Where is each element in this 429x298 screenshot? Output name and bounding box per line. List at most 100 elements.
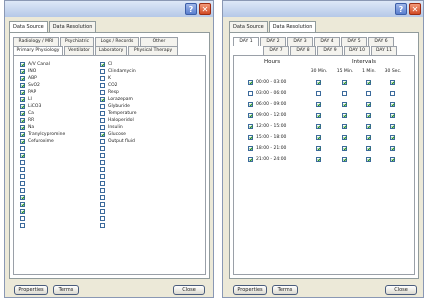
tab-data-source[interactable]: Data Source (229, 21, 268, 32)
subtab-primary-physiology[interactable]: Primary Physiology (13, 46, 63, 55)
subtab-laboratory[interactable]: Laboratory (95, 46, 127, 55)
parameter-checkbox[interactable] (20, 76, 25, 81)
hour-range-checkbox[interactable] (248, 135, 253, 140)
parameter-checkbox[interactable] (100, 76, 105, 81)
interval-checkbox[interactable] (316, 102, 321, 107)
tab-day-11[interactable]: DAY 11 (371, 46, 397, 55)
parameter-checkbox[interactable] (20, 160, 25, 165)
parameter-checkbox[interactable] (100, 202, 105, 207)
parameter-checkbox[interactable] (100, 62, 105, 67)
parameter-checkbox[interactable] (20, 223, 25, 228)
interval-checkbox[interactable] (316, 124, 321, 129)
parameter-checkbox[interactable] (100, 83, 105, 88)
subtab-other[interactable]: Other (140, 37, 178, 46)
subtab-psychiatric[interactable]: Psychiatric (60, 37, 94, 46)
properties-button[interactable]: Properties (14, 285, 48, 295)
interval-checkbox[interactable] (342, 91, 347, 96)
interval-checkbox[interactable] (366, 80, 371, 85)
subtab-radiology[interactable]: Radiology / MRI (13, 37, 59, 46)
hour-range-checkbox[interactable] (248, 146, 253, 151)
subtab-logs[interactable]: Logs / Records (95, 37, 139, 46)
interval-checkbox[interactable] (390, 135, 395, 140)
parameter-checkbox[interactable] (20, 209, 25, 214)
hour-range-checkbox[interactable] (248, 91, 253, 96)
parameter-checkbox[interactable] (20, 132, 25, 137)
interval-checkbox[interactable] (342, 135, 347, 140)
interval-checkbox[interactable] (342, 157, 347, 162)
parameter-checkbox[interactable] (20, 181, 25, 186)
subtab-ventilator[interactable]: Ventilator (64, 46, 94, 55)
hour-range-checkbox[interactable] (248, 124, 253, 129)
interval-checkbox[interactable] (342, 80, 347, 85)
hour-range-checkbox[interactable] (248, 80, 253, 85)
parameter-checkbox[interactable] (20, 90, 25, 95)
terms-button[interactable]: Terms (272, 285, 298, 295)
close-icon[interactable]: ✕ (199, 3, 211, 15)
tab-day-2[interactable]: DAY 2 (260, 37, 286, 46)
parameter-checkbox[interactable] (20, 83, 25, 88)
parameter-checkbox[interactable] (20, 118, 25, 123)
parameter-checkbox[interactable] (20, 62, 25, 67)
interval-checkbox[interactable] (390, 124, 395, 129)
parameter-checkbox[interactable] (100, 97, 105, 102)
parameter-checkbox[interactable] (100, 153, 105, 158)
parameter-checkbox[interactable] (100, 132, 105, 137)
tab-day-8[interactable]: DAY 8 (290, 46, 316, 55)
parameter-checkbox[interactable] (20, 69, 25, 74)
interval-checkbox[interactable] (366, 113, 371, 118)
interval-checkbox[interactable] (366, 135, 371, 140)
parameter-checkbox[interactable] (20, 139, 25, 144)
hour-range-checkbox[interactable] (248, 113, 253, 118)
interval-checkbox[interactable] (366, 102, 371, 107)
parameter-checkbox[interactable] (20, 195, 25, 200)
terms-button[interactable]: Terms (53, 285, 79, 295)
parameter-checkbox[interactable] (100, 146, 105, 151)
tab-data-resolution[interactable]: Data Resolution (268, 21, 317, 32)
parameter-checkbox[interactable] (20, 111, 25, 116)
interval-checkbox[interactable] (390, 80, 395, 85)
tab-day-3[interactable]: DAY 3 (287, 37, 313, 46)
interval-checkbox[interactable] (316, 157, 321, 162)
parameter-checkbox[interactable] (20, 153, 25, 158)
parameter-checkbox[interactable] (100, 104, 105, 109)
interval-checkbox[interactable] (390, 102, 395, 107)
subtab-physical-therapy[interactable]: Physical Therapy (128, 46, 178, 55)
parameter-checkbox[interactable] (100, 174, 105, 179)
parameter-checkbox[interactable] (100, 125, 105, 130)
interval-checkbox[interactable] (316, 135, 321, 140)
parameter-checkbox[interactable] (100, 167, 105, 172)
parameter-checkbox[interactable] (100, 223, 105, 228)
close-button[interactable]: Close (173, 285, 205, 295)
interval-checkbox[interactable] (366, 91, 371, 96)
interval-checkbox[interactable] (316, 91, 321, 96)
parameter-checkbox[interactable] (20, 202, 25, 207)
parameter-checkbox[interactable] (20, 216, 25, 221)
help-icon[interactable]: ? (395, 3, 407, 15)
hour-range-checkbox[interactable] (248, 157, 253, 162)
tab-data-resolution[interactable]: Data Resolution (48, 21, 97, 32)
parameter-checkbox[interactable] (100, 118, 105, 123)
interval-checkbox[interactable] (390, 146, 395, 151)
interval-checkbox[interactable] (316, 146, 321, 151)
parameter-checkbox[interactable] (100, 111, 105, 116)
tab-day-6[interactable]: DAY 6 (368, 37, 394, 46)
interval-checkbox[interactable] (342, 124, 347, 129)
parameter-checkbox[interactable] (100, 216, 105, 221)
interval-checkbox[interactable] (390, 157, 395, 162)
parameter-checkbox[interactable] (100, 209, 105, 214)
tab-day-10[interactable]: DAY 10 (344, 46, 370, 55)
interval-checkbox[interactable] (390, 91, 395, 96)
tab-day-4[interactable]: DAY 4 (314, 37, 340, 46)
interval-checkbox[interactable] (366, 124, 371, 129)
tab-day-5[interactable]: DAY 5 (341, 37, 367, 46)
properties-button[interactable]: Properties (233, 285, 267, 295)
parameter-checkbox[interactable] (100, 139, 105, 144)
tab-day-9[interactable]: DAY 9 (317, 46, 343, 55)
interval-checkbox[interactable] (316, 113, 321, 118)
parameter-checkbox[interactable] (20, 167, 25, 172)
parameter-checkbox[interactable] (100, 160, 105, 165)
close-icon[interactable]: ✕ (409, 3, 421, 15)
interval-checkbox[interactable] (366, 157, 371, 162)
close-button[interactable]: Close (385, 285, 417, 295)
tab-data-source[interactable]: Data Source (9, 21, 48, 32)
